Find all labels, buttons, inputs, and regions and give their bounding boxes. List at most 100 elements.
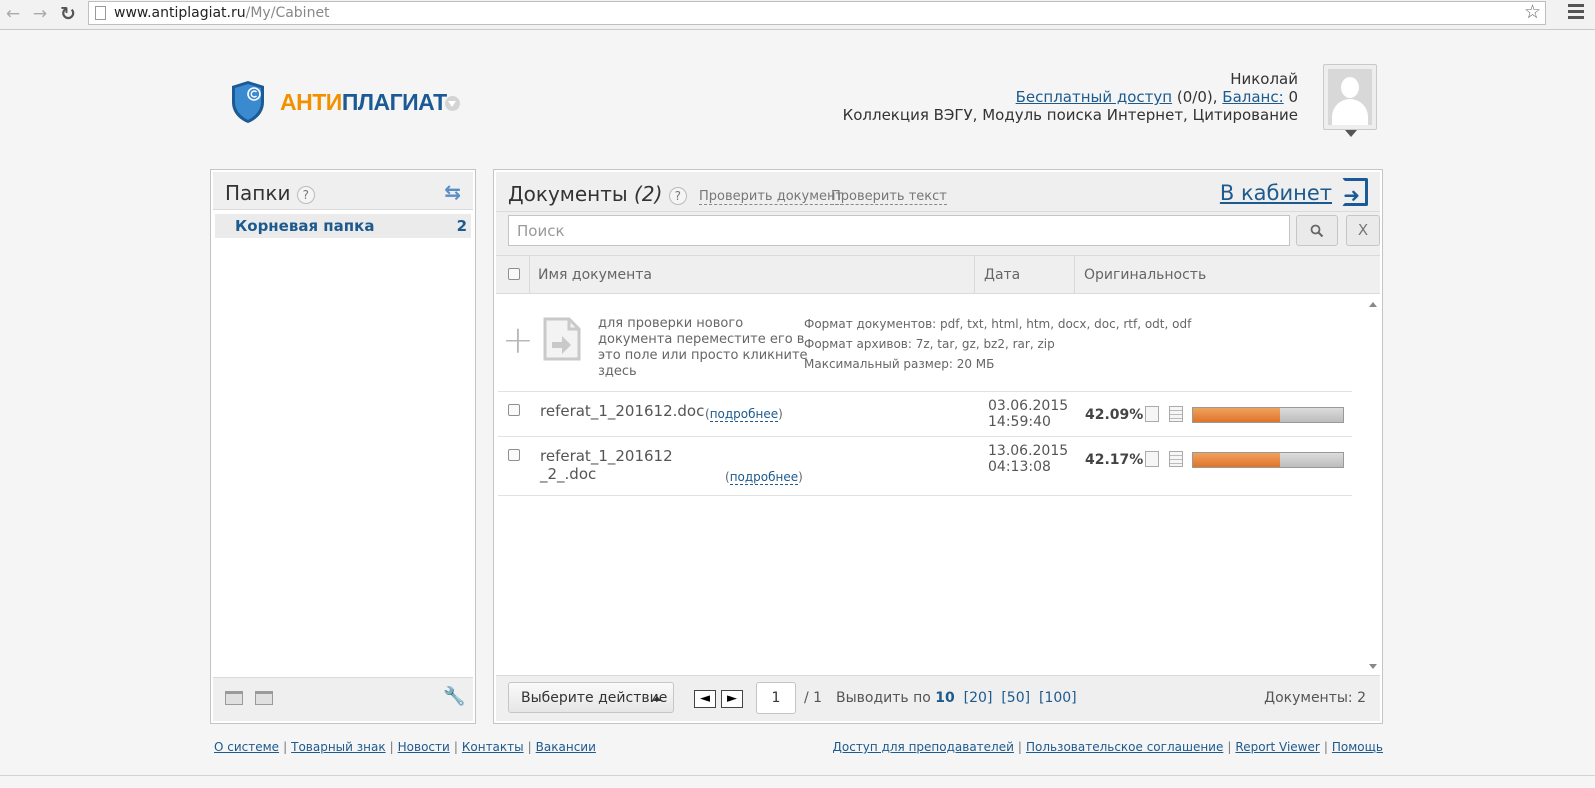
upload-drop-zone[interactable]: + для проверки нового документа перемест… <box>498 300 1352 392</box>
column-name[interactable]: Имя документа <box>538 267 652 283</box>
footer-link-report-viewer[interactable]: Report Viewer <box>1235 740 1319 754</box>
footer-link-vacancies[interactable]: Вакансии <box>536 740 596 754</box>
cabinet-link[interactable]: В кабинет <box>1220 181 1332 205</box>
column-date[interactable]: Дата <box>984 267 1020 283</box>
document-icon[interactable] <box>1169 406 1183 422</box>
footer-link-teachers[interactable]: Доступ для преподавателей <box>833 740 1014 754</box>
reload-icon[interactable]: ↻ <box>57 3 79 25</box>
help-icon[interactable]: ? <box>296 185 315 204</box>
next-page-icon[interactable]: ► <box>721 690 743 708</box>
documents-footer: Выберите действие ◄ ► 1 / 1 Выводить по … <box>496 675 1380 721</box>
documents-panel: Документы (2) ? Проверить документ Прове… <box>493 169 1383 724</box>
originality-bar <box>1192 452 1344 468</box>
wrench-icon[interactable]: 🔧 <box>443 686 465 707</box>
row-checkbox[interactable] <box>508 404 520 416</box>
logo-shield-icon[interactable] <box>230 80 266 124</box>
user-info: Николай Бесплатный доступ (0/0), Баланс:… <box>843 70 1298 124</box>
folders-title: Папки ? <box>225 181 315 205</box>
enter-arrow-icon[interactable]: ➜ <box>1343 183 1360 207</box>
bookmark-star-icon[interactable]: ☆ <box>1524 1 1541 23</box>
details-link[interactable]: (подробнее) <box>705 407 783 422</box>
per-page-50[interactable]: [50] <box>1001 690 1030 706</box>
select-all-checkbox[interactable] <box>508 268 520 280</box>
collections-text: Коллекция ВЭГУ, Модуль поиска Интернет, … <box>842 106 1298 124</box>
file-upload-icon <box>543 317 581 361</box>
search-button[interactable] <box>1296 215 1338 246</box>
footer-link-about[interactable]: О системе <box>214 740 279 754</box>
folder-count: 2 <box>456 217 467 235</box>
folders-panel: Папки ? ⇆ Корневая папка 2 🔧 <box>210 169 476 724</box>
per-page-selector: Выводить по 10 [20] [50] [100] <box>836 690 1077 706</box>
url-text[interactable]: www.antiplagiat.ru/My/Cabinet <box>114 5 330 21</box>
report-icon[interactable] <box>1145 451 1159 467</box>
row-checkbox[interactable] <box>508 449 520 461</box>
per-page-20[interactable]: [20] <box>964 690 993 706</box>
footer-links-left: О системе | Товарный знак | Новости | Контакты… <box>214 740 596 754</box>
page-total: / 1 <box>804 690 823 706</box>
document-name[interactable]: referat_1_201612.doc <box>540 402 704 420</box>
back-icon[interactable]: ← <box>2 3 24 25</box>
check-text-link[interactable]: Проверить текст <box>831 189 947 205</box>
footer-link-trademark[interactable]: Товарный знак <box>291 740 385 754</box>
report-icon[interactable] <box>1145 406 1159 422</box>
search-icon <box>1310 224 1324 238</box>
originality-bar <box>1192 407 1344 423</box>
swap-arrows-icon[interactable]: ⇆ <box>444 180 461 204</box>
browser-toolbar: ← → ↻ www.antiplagiat.ru/My/Cabinet ☆ <box>0 0 1595 30</box>
page-number-input[interactable]: 1 <box>756 682 796 714</box>
add-folder-icon[interactable] <box>225 691 243 705</box>
documents-count: (2) <box>634 182 663 206</box>
scroll-up-icon[interactable] <box>1369 302 1377 307</box>
per-page-current: 10 <box>935 690 955 706</box>
balance-value: 0 <box>1288 88 1298 106</box>
table-row[interactable]: referat_1_201612.doc (подробнее) 03.06.2… <box>498 392 1352 437</box>
avatar-dropdown-icon[interactable] <box>1345 130 1357 137</box>
scrollbar[interactable] <box>1366 298 1380 673</box>
logo[interactable]: АНТИПЛАГИАТ <box>280 89 447 116</box>
originality-value: 42.09% <box>1085 407 1144 423</box>
clear-search-button[interactable]: X <box>1346 215 1380 246</box>
folder-name[interactable]: Корневая папка <box>235 217 374 235</box>
choose-action-button[interactable]: Выберите действие <box>508 682 674 713</box>
document-name[interactable]: referat_1_201612 _2_.doc <box>540 447 673 483</box>
scroll-down-icon[interactable] <box>1369 664 1377 669</box>
per-page-100[interactable]: [100] <box>1039 690 1077 706</box>
originality-value: 42.17% <box>1085 452 1144 468</box>
avatar[interactable] <box>1323 64 1377 137</box>
document-date: 03.06.2015 14:59:40 <box>988 398 1069 430</box>
footer-links-right: Доступ для преподавателей | Пользовательск… <box>832 740 1384 754</box>
footer-link-help[interactable]: Помощь <box>1332 740 1383 754</box>
folder-item-root[interactable]: Корневая папка 2 <box>215 214 471 238</box>
footer-link-news[interactable]: Новости <box>398 740 450 754</box>
logo-dropdown-icon[interactable] <box>445 96 460 111</box>
delete-folder-icon[interactable] <box>255 691 273 705</box>
prev-page-icon[interactable]: ◄ <box>694 690 716 708</box>
format-info: Формат документов: pdf, txt, html, htm, … <box>804 317 1192 371</box>
document-date: 13.06.2015 04:13:08 <box>988 443 1069 475</box>
search-input[interactable]: Поиск <box>508 215 1290 246</box>
documents-total: Документы: 2 <box>1264 690 1366 706</box>
folders-footer: 🔧 <box>213 677 473 721</box>
details-link[interactable]: (подробнее) <box>725 470 803 485</box>
footer-link-agreement[interactable]: Пользовательское соглашение <box>1026 740 1223 754</box>
help-icon[interactable]: ? <box>668 186 687 205</box>
drop-zone-text: для проверки нового документа переместит… <box>598 316 808 379</box>
footer-link-contacts[interactable]: Контакты <box>462 740 524 754</box>
document-icon[interactable] <box>1169 451 1183 467</box>
folders-header: Папки ? ⇆ <box>213 172 473 210</box>
browser-menu-icon[interactable] <box>1568 4 1584 22</box>
page-icon <box>95 6 106 20</box>
user-name[interactable]: Николай <box>843 70 1298 88</box>
free-access-link[interactable]: Бесплатный доступ <box>1016 88 1172 106</box>
column-originality[interactable]: Оригинальность <box>1084 267 1206 283</box>
check-document-link[interactable]: Проверить документ <box>699 189 844 205</box>
forward-icon[interactable]: → <box>29 3 51 25</box>
documents-title: Документы (2) ? <box>508 182 687 206</box>
table-header: Имя документа Дата Оригинальность <box>496 256 1380 294</box>
balance-link[interactable]: Баланс: <box>1222 88 1283 106</box>
table-row[interactable]: referat_1_201612 _2_.doc (подробнее) 13.0… <box>498 437 1352 496</box>
documents-header: Документы (2) ? Проверить документ Прове… <box>496 172 1380 212</box>
search-bar: Поиск X <box>496 212 1380 256</box>
address-bar[interactable]: www.antiplagiat.ru/My/Cabinet ☆ <box>88 1 1546 25</box>
free-access-count: (0/0), <box>1176 88 1218 106</box>
